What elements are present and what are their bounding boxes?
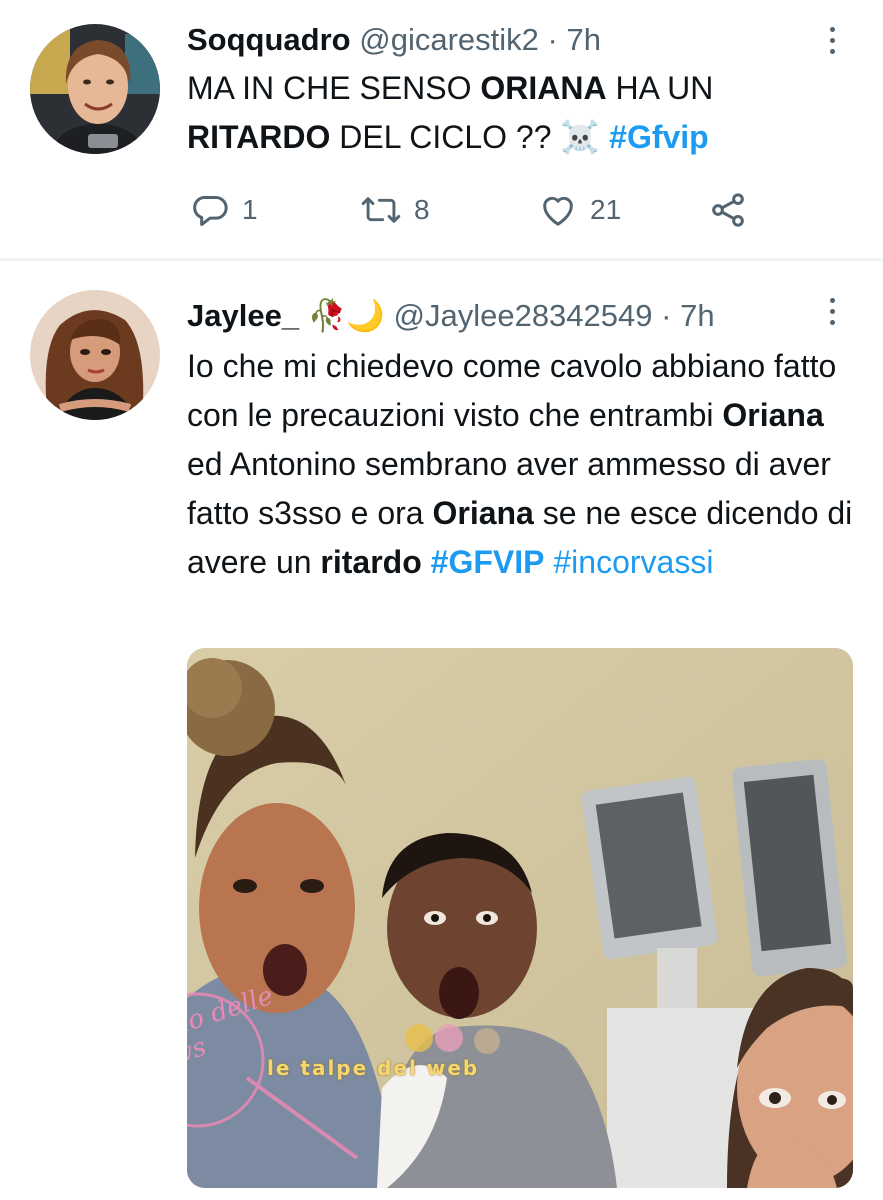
retweet-button[interactable]: 8 xyxy=(360,190,430,230)
timestamp[interactable]: 7h xyxy=(566,22,600,57)
display-name[interactable]: Soqquadro xyxy=(187,22,351,57)
bold-text: Oriana xyxy=(722,397,824,433)
avatar[interactable] xyxy=(30,24,160,154)
share-icon xyxy=(708,190,748,230)
retweet-count: 8 xyxy=(414,194,430,225)
reply-icon xyxy=(190,190,230,230)
more-dots-icon[interactable] xyxy=(830,298,838,331)
separator: · xyxy=(547,22,558,57)
bold-text: ritardo xyxy=(320,544,422,580)
tweet-media-image[interactable]: Vicolo delle News le talpe del web xyxy=(187,648,853,1188)
display-name[interactable]: Jaylee_ 🥀🌙 xyxy=(187,298,385,333)
text-segment: HA UN xyxy=(606,70,714,106)
heart-icon xyxy=(538,190,578,230)
avatar[interactable] xyxy=(30,290,160,420)
like-button[interactable]: 21 xyxy=(538,190,621,230)
hashtag-link[interactable]: #Gfvip xyxy=(609,119,709,155)
watermark-text: le talpe del web xyxy=(267,1056,480,1080)
tweet-divider xyxy=(0,258,883,261)
tweet-header: Soqquadro @gicarestik2 · 7h xyxy=(187,22,601,58)
timestamp[interactable]: 7h xyxy=(680,298,714,333)
text-segment xyxy=(422,544,431,580)
like-count: 21 xyxy=(590,194,622,225)
retweet-icon xyxy=(360,190,402,230)
tweet-text: Io che mi chiedevo come cavolo abbiano f… xyxy=(187,342,867,587)
bold-text: RITARDO xyxy=(187,119,331,155)
separator: · xyxy=(661,298,672,333)
tweet-1[interactable]: Soqquadro @gicarestik2 · 7h MA IN CHE SE… xyxy=(0,0,883,258)
tweet-text: MA IN CHE SENSO ORIANA HA UN RITARDO DEL… xyxy=(187,64,847,162)
text-segment: MA IN CHE SENSO xyxy=(187,70,481,106)
more-dots-icon[interactable] xyxy=(830,27,838,60)
tweet-header: Jaylee_ 🥀🌙 @Jaylee28342549 · 7h xyxy=(187,298,715,334)
reply-button[interactable]: 1 xyxy=(190,190,258,230)
share-button[interactable] xyxy=(708,190,748,230)
tweet-2[interactable]: Jaylee_ 🥀🌙 @Jaylee28342549 · 7h Io che m… xyxy=(0,262,883,1200)
user-handle[interactable]: @gicarestik2 xyxy=(359,22,539,57)
text-segment: DEL CICLO ?? ☠️ xyxy=(330,119,610,155)
bold-text: Oriana xyxy=(432,495,534,531)
hashtag-link[interactable]: #incorvassi xyxy=(553,544,713,580)
tweet-actions: 1 8 21 xyxy=(0,190,883,230)
bold-text: ORIANA xyxy=(480,70,607,106)
hashtag-link[interactable]: #GFVIP xyxy=(431,544,545,580)
reply-count: 1 xyxy=(242,194,258,225)
user-handle[interactable]: @Jaylee28342549 xyxy=(394,298,653,333)
